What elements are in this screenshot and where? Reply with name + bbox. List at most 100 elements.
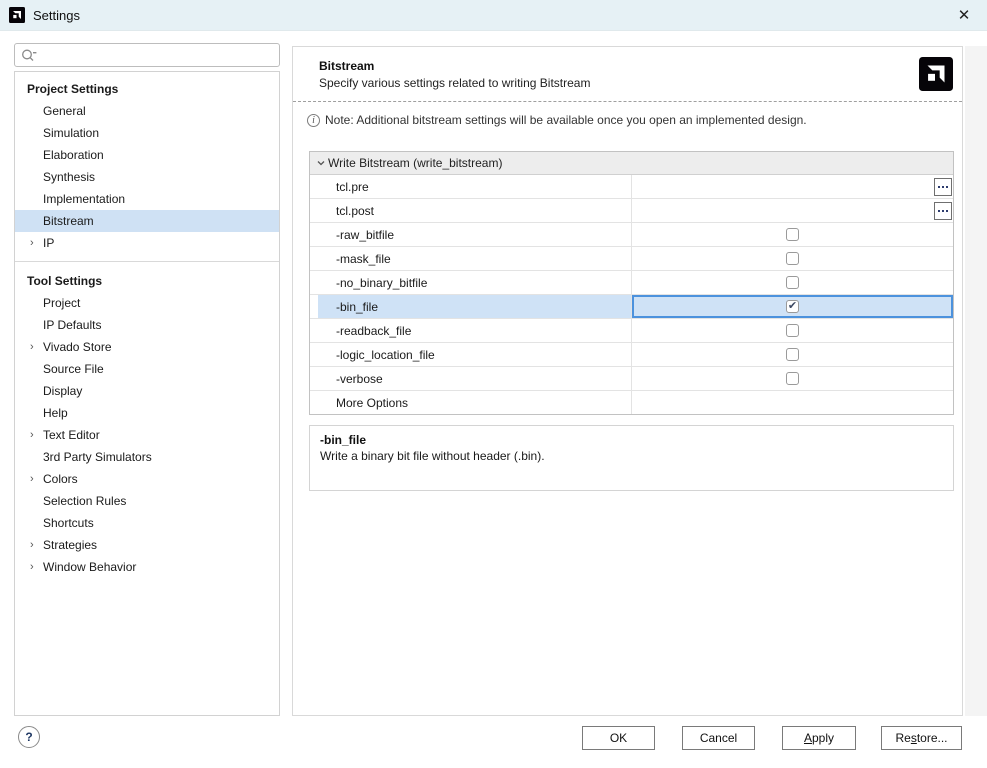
table-row-tcl-pre[interactable]: tcl.pre xyxy=(310,175,953,199)
cancel-button[interactable]: Cancel xyxy=(682,726,755,750)
sidebar-item-source-file[interactable]: Source File xyxy=(15,358,279,380)
sidebar-item-bitstream[interactable]: Bitstream xyxy=(15,210,279,232)
option-name: -readback_file xyxy=(336,324,411,338)
sidebar-item-3rd-party-simulators[interactable]: 3rd Party Simulators xyxy=(15,446,279,468)
sidebar-item-elaboration[interactable]: Elaboration xyxy=(15,144,279,166)
table-row-mask-file[interactable]: -mask_file xyxy=(310,247,953,271)
sidebar-item-implementation[interactable]: Implementation xyxy=(15,188,279,210)
chevron-right-icon: › xyxy=(30,424,42,446)
raw-bitfile-checkbox[interactable] xyxy=(786,228,799,241)
sidebar-item-label: Selection Rules xyxy=(43,494,126,508)
search-icon xyxy=(20,47,38,63)
table-row-tcl-post[interactable]: tcl.post xyxy=(310,199,953,223)
sidebar-item-synthesis[interactable]: Synthesis xyxy=(15,166,279,188)
note-text: Note: Additional bitstream settings will… xyxy=(325,113,807,127)
sidebar-item-colors[interactable]: › Colors xyxy=(15,468,279,490)
panel-scrollbar-track[interactable] xyxy=(965,46,987,716)
row-gutter xyxy=(310,175,318,198)
option-value-cell[interactable] xyxy=(632,391,953,414)
sidebar-item-general[interactable]: General xyxy=(15,100,279,122)
option-value-cell[interactable] xyxy=(632,271,953,294)
row-gutter xyxy=(310,343,318,366)
sidebar-item-label: Project xyxy=(43,296,80,310)
option-value-cell[interactable] xyxy=(632,295,953,318)
table-row-logic-location-file[interactable]: -logic_location_file xyxy=(310,343,953,367)
sidebar-item-label: Synthesis xyxy=(43,170,95,184)
mask-file-checkbox[interactable] xyxy=(786,252,799,265)
sidebar-item-label: Simulation xyxy=(43,126,99,140)
sidebar-item-label: Source File xyxy=(43,362,104,376)
row-gutter xyxy=(310,223,318,246)
sidebar-item-label: Window Behavior xyxy=(43,560,136,574)
apply-button[interactable]: Apply xyxy=(782,726,856,750)
bin-file-checkbox[interactable] xyxy=(786,300,799,313)
sidebar-item-window-behavior[interactable]: › Window Behavior xyxy=(15,556,279,578)
sidebar-item-label: 3rd Party Simulators xyxy=(43,450,152,464)
help-button[interactable]: ? xyxy=(18,726,40,748)
logic-location-file-checkbox[interactable] xyxy=(786,348,799,361)
sidebar-item-label: Colors xyxy=(43,472,78,486)
option-value-cell[interactable] xyxy=(632,175,953,198)
option-name: -mask_file xyxy=(336,252,391,266)
verbose-checkbox[interactable] xyxy=(786,372,799,385)
sidebar-item-project[interactable]: Project xyxy=(15,292,279,314)
chevron-right-icon: › xyxy=(30,556,42,578)
table-row-raw-bitfile[interactable]: -raw_bitfile xyxy=(310,223,953,247)
sidebar-item-strategies[interactable]: › Strategies xyxy=(15,534,279,556)
description-text: Write a binary bit file without header (… xyxy=(320,449,943,463)
readback-file-checkbox[interactable] xyxy=(786,324,799,337)
row-gutter xyxy=(310,319,318,342)
sidebar-item-shortcuts[interactable]: Shortcuts xyxy=(15,512,279,534)
sidebar-item-label: Text Editor xyxy=(43,428,100,442)
chevron-right-icon: › xyxy=(30,232,42,254)
sidebar-item-label: Elaboration xyxy=(43,148,104,162)
chevron-right-icon: › xyxy=(30,534,42,556)
table-row-bin-file[interactable]: -bin_file xyxy=(310,295,953,319)
option-name: tcl.post xyxy=(336,204,374,218)
chevron-right-icon: › xyxy=(30,468,42,490)
restore-button[interactable]: Restore... xyxy=(881,726,962,750)
option-value-cell[interactable] xyxy=(632,343,953,366)
bitstream-panel: Bitstream Specify various settings relat… xyxy=(292,46,963,716)
sidebar-item-label: Strategies xyxy=(43,538,97,552)
sidebar-item-label: IP xyxy=(43,236,54,250)
sidebar-section-header: Tool Settings xyxy=(15,270,279,292)
table-row-readback-file[interactable]: -readback_file xyxy=(310,319,953,343)
sidebar-item-ip-defaults[interactable]: IP Defaults xyxy=(15,314,279,336)
close-icon[interactable]: ✕ xyxy=(951,0,977,30)
ok-button[interactable]: OK xyxy=(582,726,655,750)
window-title: Settings xyxy=(33,8,80,23)
page-subtitle: Specify various settings related to writ… xyxy=(319,76,590,90)
search-input[interactable] xyxy=(14,43,280,67)
panel-header: Bitstream Specify various settings relat… xyxy=(293,47,962,102)
option-value-cell[interactable] xyxy=(632,223,953,246)
table-row-no-binary-bitfile[interactable]: -no_binary_bitfile xyxy=(310,271,953,295)
sidebar-item-display[interactable]: Display xyxy=(15,380,279,402)
option-value-cell[interactable] xyxy=(632,319,953,342)
sidebar-item-ip[interactable]: › IP xyxy=(15,232,279,254)
sidebar-section-header: Project Settings xyxy=(15,78,279,100)
browse-button[interactable] xyxy=(934,178,952,196)
options-table: Write Bitstream (write_bitstream) tcl.pr… xyxy=(309,151,954,415)
sidebar-section: Project Settings General Simulation Elab… xyxy=(15,78,279,254)
sidebar-item-selection-rules[interactable]: Selection Rules xyxy=(15,490,279,512)
app-logo-icon xyxy=(9,7,25,23)
sidebar-item-help[interactable]: Help xyxy=(15,402,279,424)
sidebar-item-simulation[interactable]: Simulation xyxy=(15,122,279,144)
no-binary-bitfile-checkbox[interactable] xyxy=(786,276,799,289)
table-row-more-options[interactable]: More Options xyxy=(310,391,953,414)
sidebar-item-label: General xyxy=(43,104,86,118)
sidebar-item-label: Vivado Store xyxy=(43,340,112,354)
group-header[interactable]: Write Bitstream (write_bitstream) xyxy=(310,152,953,175)
row-gutter xyxy=(310,295,318,318)
sidebar-item-text-editor[interactable]: › Text Editor xyxy=(15,424,279,446)
option-name: -verbose xyxy=(336,372,383,386)
browse-button[interactable] xyxy=(934,202,952,220)
sidebar-item-label: Bitstream xyxy=(43,214,94,228)
option-value-cell[interactable] xyxy=(632,199,953,222)
option-value-cell[interactable] xyxy=(632,367,953,390)
sidebar-item-vivado-store[interactable]: › Vivado Store xyxy=(15,336,279,358)
option-value-cell[interactable] xyxy=(632,247,953,270)
table-row-verbose[interactable]: -verbose xyxy=(310,367,953,391)
sidebar-item-label: IP Defaults xyxy=(43,318,101,332)
